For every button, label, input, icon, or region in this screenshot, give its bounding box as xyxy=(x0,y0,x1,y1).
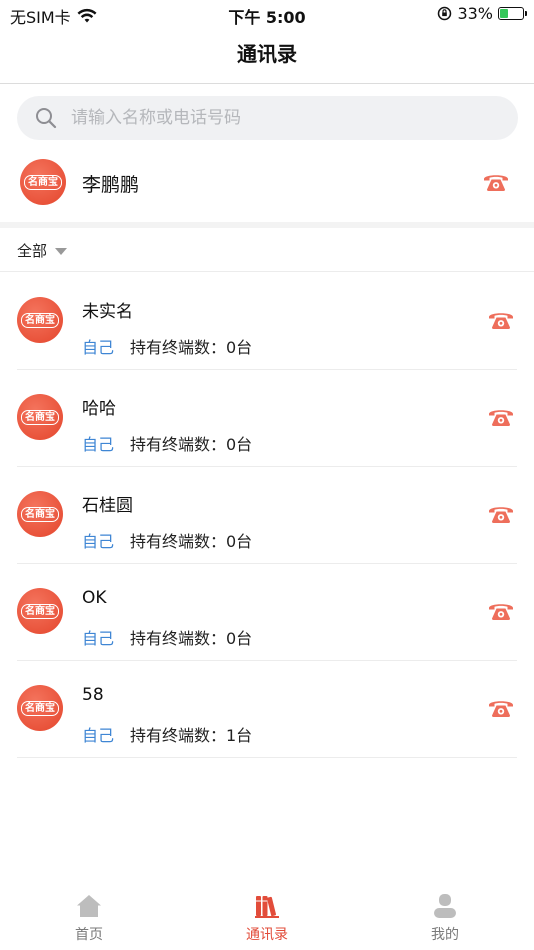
avatar: 名商宝 xyxy=(17,297,63,343)
phone-icon xyxy=(489,410,513,426)
avatar-logo-text: 名商宝 xyxy=(21,409,59,425)
status-right: 33% xyxy=(437,4,527,23)
contact-list: 名商宝 未实名 自己 持有终端数：0台 名商宝 哈哈 自己 持有终端数：0台 名… xyxy=(0,273,534,758)
avatar: 名商宝 xyxy=(17,491,63,537)
terminal-count: 持有终端数：0台 xyxy=(130,338,253,357)
tab-contacts[interactable]: 通讯录 xyxy=(178,890,356,950)
user-icon xyxy=(434,894,456,918)
list-item[interactable]: 名商宝 哈哈 自己 持有终端数：0台 xyxy=(0,370,534,467)
tab-bar: 首页 通讯录 我的 xyxy=(0,890,534,950)
terminal-count: 持有终端数：1台 xyxy=(130,726,253,745)
list-item[interactable]: 名商宝 未实名 自己 持有终端数：0台 xyxy=(0,273,534,370)
call-button[interactable] xyxy=(488,310,514,334)
filter-dropdown[interactable]: 全部 xyxy=(0,228,534,272)
phone-icon xyxy=(489,313,513,329)
tab-home[interactable]: 首页 xyxy=(0,890,178,950)
list-item[interactable]: 名商宝 58 自己 持有终端数：1台 xyxy=(0,661,534,758)
terminal-count: 持有终端数：0台 xyxy=(130,532,253,551)
call-button[interactable] xyxy=(488,601,514,625)
contact-tag: 自己 xyxy=(82,629,115,648)
self-name: 李鹏鹏 xyxy=(82,174,140,196)
contact-tag: 自己 xyxy=(82,435,115,454)
contact-name: 石桂圆 xyxy=(82,496,133,516)
avatar-logo-text: 名商宝 xyxy=(21,700,59,716)
tab-label: 通讯录 xyxy=(246,927,288,943)
filter-label: 全部 xyxy=(17,242,48,260)
call-button[interactable] xyxy=(483,172,509,196)
avatar-logo-text: 名商宝 xyxy=(21,312,59,328)
avatar: 名商宝 xyxy=(20,159,66,205)
contact-name: OK xyxy=(82,588,107,608)
list-item[interactable]: 名商宝 OK 自己 持有终端数：0台 xyxy=(0,564,534,661)
phone-icon xyxy=(484,175,508,191)
books-icon xyxy=(255,896,279,918)
tab-label: 我的 xyxy=(431,927,459,943)
call-button[interactable] xyxy=(488,698,514,722)
contact-name: 未实名 xyxy=(82,302,133,322)
avatar-logo-text: 名商宝 xyxy=(24,174,62,190)
tab-label: 首页 xyxy=(75,927,103,943)
battery-cap xyxy=(525,11,527,16)
self-contact-row[interactable]: 名商宝 李鹏鹏 xyxy=(0,158,534,208)
avatar: 名商宝 xyxy=(17,394,63,440)
phone-icon xyxy=(489,701,513,717)
search-icon xyxy=(36,108,57,129)
nav-bar: 通讯录 xyxy=(0,28,534,84)
battery-icon xyxy=(498,7,527,20)
contact-tag: 自己 xyxy=(82,726,115,745)
avatar-logo-text: 名商宝 xyxy=(21,506,59,522)
list-item[interactable]: 名商宝 石桂圆 自己 持有终端数：0台 xyxy=(0,467,534,564)
phone-icon xyxy=(489,604,513,620)
caret-down-icon xyxy=(55,248,67,255)
search-box[interactable] xyxy=(17,96,518,140)
call-button[interactable] xyxy=(488,504,514,528)
avatar-logo-text: 名商宝 xyxy=(21,603,59,619)
phone-icon xyxy=(489,507,513,523)
tab-profile[interactable]: 我的 xyxy=(356,890,534,950)
avatar: 名商宝 xyxy=(17,588,63,634)
status-bar: 无SIM卡 下午 5:00 33% xyxy=(0,0,534,28)
terminal-count: 持有终端数：0台 xyxy=(130,435,253,454)
avatar: 名商宝 xyxy=(17,685,63,731)
contact-tag: 自己 xyxy=(82,532,115,551)
battery-level xyxy=(500,9,508,18)
terminal-count: 持有终端数：0台 xyxy=(130,629,253,648)
home-icon xyxy=(77,895,101,917)
contact-name: 哈哈 xyxy=(82,399,116,419)
battery-percent: 33% xyxy=(457,4,493,23)
page-title: 通讯录 xyxy=(237,42,297,66)
call-button[interactable] xyxy=(488,407,514,431)
search-input[interactable] xyxy=(71,108,491,128)
orientation-lock-icon xyxy=(438,6,452,21)
contact-name: 58 xyxy=(82,685,104,705)
contact-tag: 自己 xyxy=(82,338,115,357)
